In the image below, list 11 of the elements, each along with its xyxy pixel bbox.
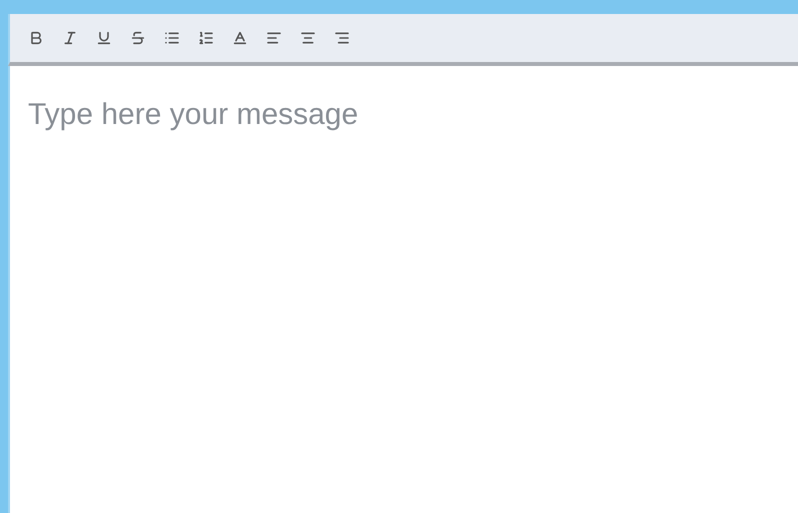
text-color-icon: [232, 30, 248, 46]
align-center-icon: [300, 30, 316, 46]
message-field[interactable]: Type here your message: [8, 66, 798, 513]
bulleted-list-icon: [164, 30, 180, 46]
italic-icon: [62, 30, 78, 46]
numbered-list-icon: [198, 30, 214, 46]
bold-icon: [28, 30, 44, 46]
strikethrough-icon: [130, 30, 146, 46]
align-right-icon: [334, 30, 350, 46]
underline-icon: [96, 30, 112, 46]
align-left-icon: [266, 30, 282, 46]
